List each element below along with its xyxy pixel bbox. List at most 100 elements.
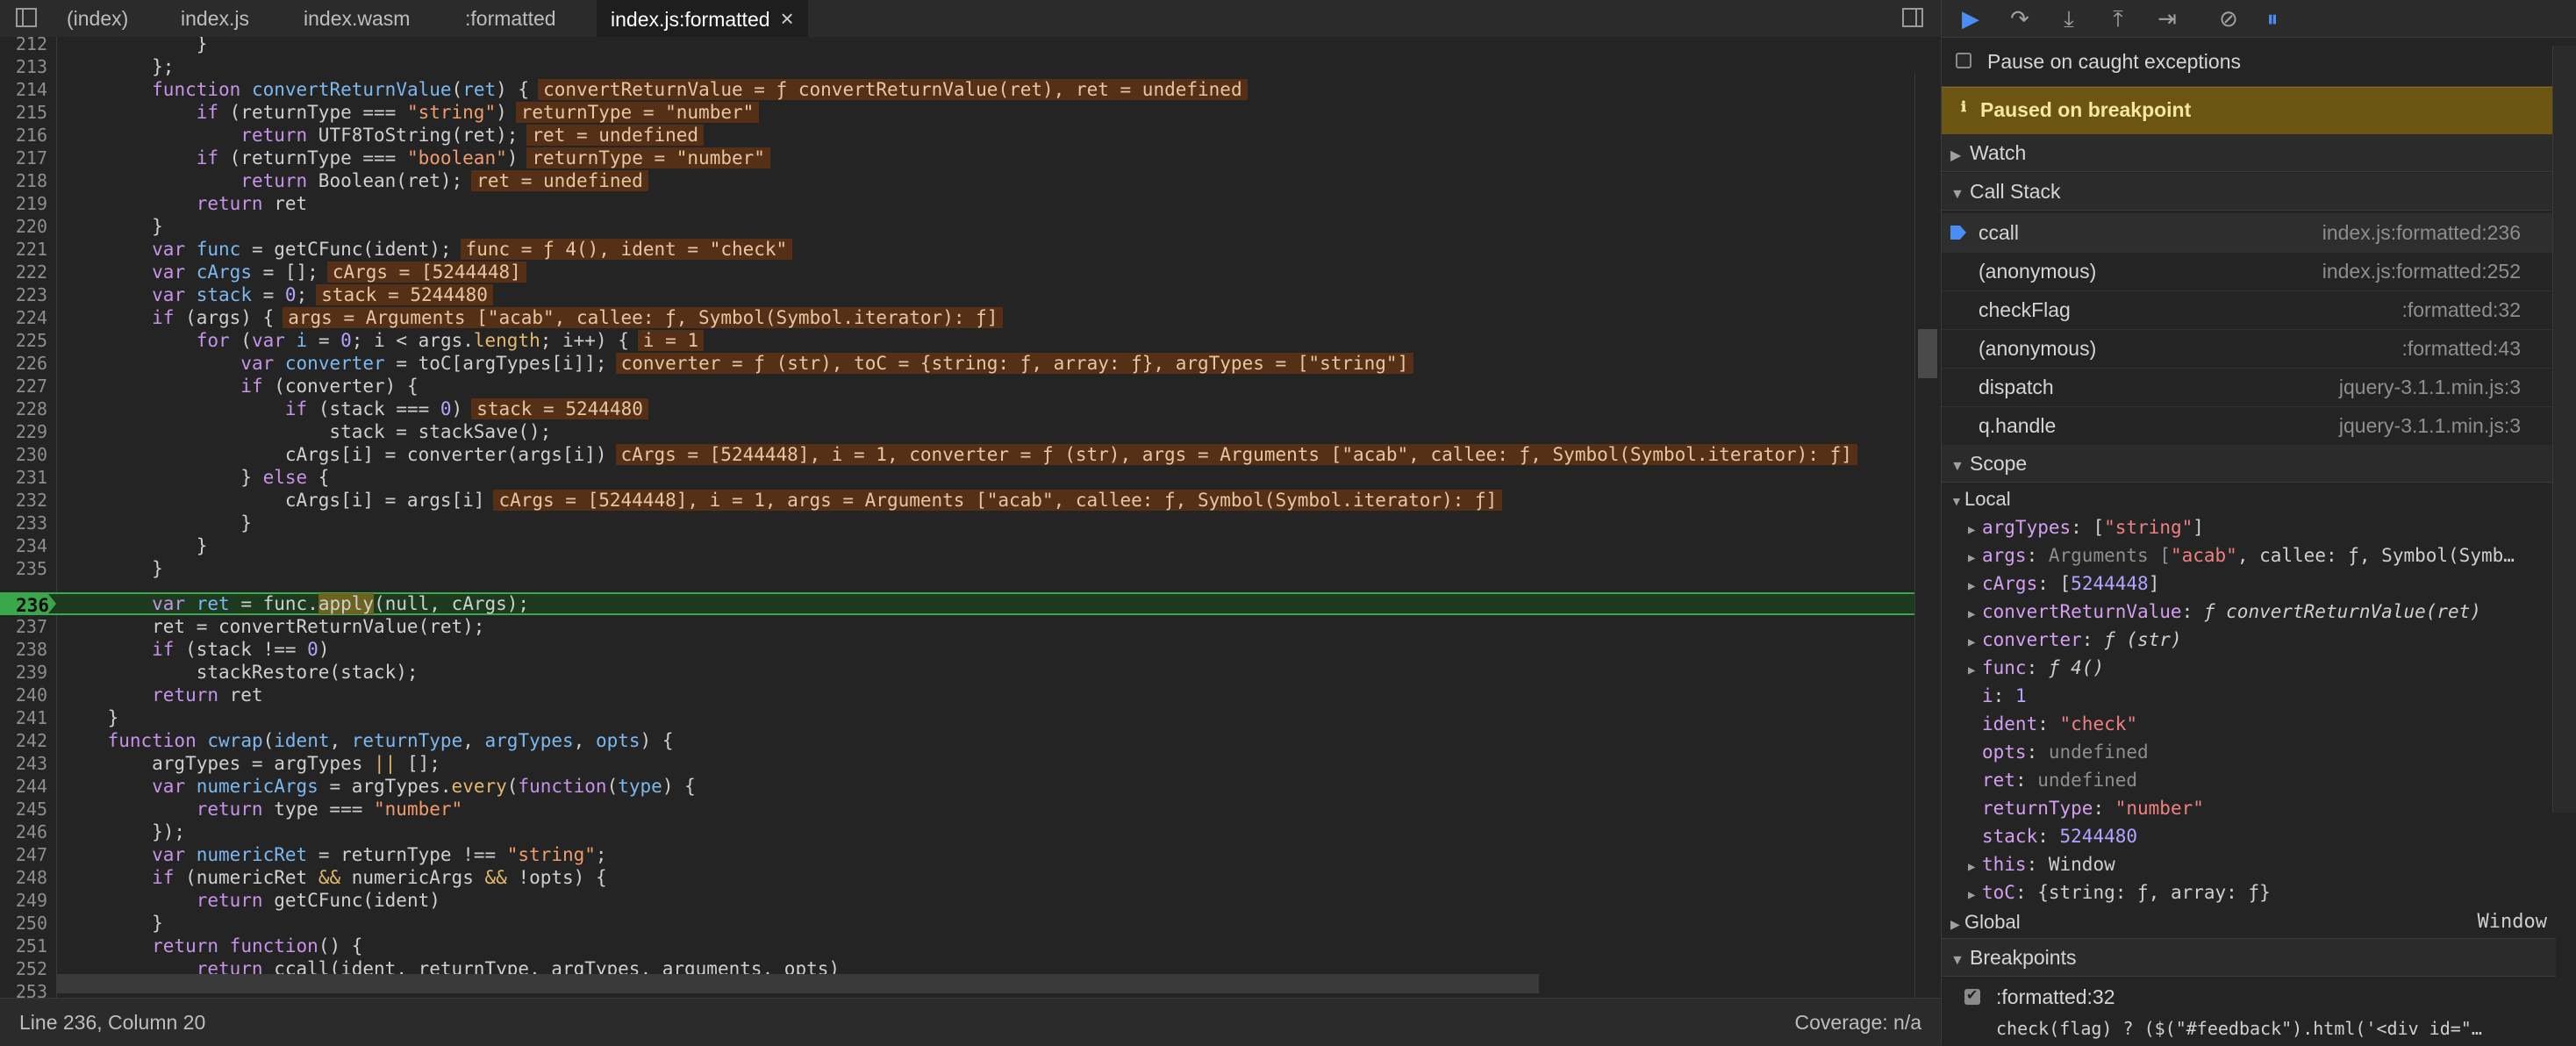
line-number[interactable]: 221: [0, 238, 47, 261]
code-line[interactable]: 213 };: [0, 55, 1914, 78]
editor-vscroll-thumb[interactable]: [1918, 329, 1937, 378]
line-number[interactable]: 242: [0, 729, 47, 752]
line-number[interactable]: 245: [0, 798, 47, 820]
scope-var[interactable]: ▶ cArgs: [5244448]: [1968, 570, 2576, 598]
code-line[interactable]: 224 if (args) {args = Arguments ["acab",…: [0, 306, 1914, 329]
resume-icon[interactable]: ▶: [1957, 5, 1984, 32]
breakpoint-code[interactable]: check(flag) ? ($("#feedback").html('<div…: [1996, 1018, 2482, 1039]
callstack-item[interactable]: q.handle jquery-3.1.1.min.js:3: [1942, 406, 2556, 446]
line-number[interactable]: 230: [0, 443, 47, 466]
line-number[interactable]: 248: [0, 866, 47, 889]
code-line[interactable]: 239 stackRestore(stack);: [0, 661, 1914, 684]
sidebar-vscroll[interactable]: [2552, 46, 2576, 813]
line-number[interactable]: 235: [0, 557, 47, 580]
code-line[interactable]: 231 } else {: [0, 466, 1914, 489]
scope-var[interactable]: ▶ args: Arguments ["acab", callee: ƒ, Sym…: [1968, 541, 2576, 570]
watch-section-header[interactable]: ▶ Watch: [1942, 134, 2556, 172]
line-number[interactable]: 232: [0, 489, 47, 512]
code-line[interactable]: 237 ret = convertReturnValue(ret);: [0, 615, 1914, 638]
tab-formatted[interactable]: :formatted: [465, 0, 556, 37]
code-line[interactable]: 222 var cArgs = []; cArgs = [5244448]: [0, 261, 1914, 283]
code-line[interactable]: 244 var numericArgs = argTypes.every(fun…: [0, 775, 1914, 798]
code-line[interactable]: 242 function cwrap(ident, returnType, ar…: [0, 729, 1914, 752]
close-tab-icon[interactable]: ×: [781, 5, 794, 32]
scope-var[interactable]: ident: "check": [1982, 710, 2576, 738]
coverage-status[interactable]: Coverage: n/a: [1795, 1011, 1921, 1035]
line-number[interactable]: 238: [0, 638, 47, 661]
line-number[interactable]: 229: [0, 420, 47, 443]
tab-index-js-formatted[interactable]: index.js:formatted ×: [597, 0, 808, 37]
code-line[interactable]: 248 if (numericRet && numericArgs && !op…: [0, 866, 1914, 889]
step-over-icon[interactable]: ↷: [2007, 5, 2033, 32]
line-number[interactable]: 243: [0, 752, 47, 775]
code-line[interactable]: 228 if (stack === 0) stack = 5244480: [0, 398, 1914, 420]
scope-var[interactable]: i: 1: [1982, 682, 2576, 710]
pause-caught-checkbox[interactable]: [1956, 53, 1971, 68]
code-line[interactable]: 225 for (var i = 0; i < args.length; i++…: [0, 329, 1914, 352]
line-number[interactable]: 215: [0, 101, 47, 124]
callstack-item[interactable]: checkFlag:formatted:32: [1942, 290, 2556, 330]
chevron-right-icon[interactable]: ▶: [1968, 516, 1982, 541]
line-number[interactable]: 218: [0, 169, 47, 192]
editor-hscroll-thumb[interactable]: [56, 974, 1539, 993]
line-number[interactable]: 246: [0, 820, 47, 843]
code-line[interactable]: 226 var converter = toC[argTypes[i]]; con…: [0, 352, 1914, 375]
line-number[interactable]: 252: [0, 957, 47, 980]
code-line[interactable]: 215 if (returnType === "string") returnTy…: [0, 101, 1914, 124]
scope-var[interactable]: opts: undefined: [1982, 738, 2576, 766]
deactivate-breakpoints-icon[interactable]: ⊘: [2215, 5, 2242, 32]
line-number[interactable]: 241: [0, 706, 47, 729]
code-line[interactable]: 233 }: [0, 512, 1914, 534]
code-line[interactable]: 241 }: [0, 706, 1914, 729]
code-line[interactable]: 235 }: [0, 557, 1914, 580]
line-number[interactable]: 225: [0, 329, 47, 352]
line-number[interactable]: 223: [0, 283, 47, 306]
line-number[interactable]: 233: [0, 512, 47, 534]
scope-var[interactable]: ▶ func: ƒ 4(): [1968, 654, 2576, 682]
code-line[interactable]: 243 argTypes = argTypes || [];: [0, 752, 1914, 775]
scope-var[interactable]: stack: 5244480: [1982, 822, 2576, 850]
chevron-right-icon[interactable]: ▶: [1968, 628, 1982, 654]
code-line[interactable]: 216 return UTF8ToString(ret); ret = undef…: [0, 124, 1914, 147]
scope-var[interactable]: ▶ this: Window: [1968, 850, 2576, 878]
code-line[interactable]: 240 return ret: [0, 684, 1914, 706]
scope-local-header[interactable]: ▼Local: [1950, 485, 2565, 513]
line-number[interactable]: 249: [0, 889, 47, 912]
breakpoint-marker[interactable]: 236: [0, 594, 56, 613]
step-out-icon[interactable]: ⤒: [2105, 5, 2131, 32]
code-line[interactable]: 229 stack = stackSave();: [0, 420, 1914, 443]
line-number[interactable]: 239: [0, 661, 47, 684]
callstack-item[interactable]: ccall index.js:formatted:236: [1942, 213, 2556, 253]
code-line[interactable]: 251 return function() {: [0, 935, 1914, 957]
line-number[interactable]: 214: [0, 78, 47, 101]
line-number[interactable]: 237: [0, 615, 47, 638]
code-line[interactable]: 212 }: [0, 37, 1914, 55]
code-line[interactable]: 238 if (stack !== 0): [0, 638, 1914, 661]
code-line[interactable]: 220 }: [0, 215, 1914, 238]
code-line[interactable]: 232 cArgs[i] = args[i] cArgs = [5244448],…: [0, 489, 1914, 512]
callstack-item[interactable]: (anonymous) index.js:formatted:252: [1942, 252, 2556, 291]
line-number[interactable]: 227: [0, 375, 47, 398]
line-number[interactable]: 224: [0, 306, 47, 329]
tab-index-html[interactable]: (index): [67, 0, 128, 37]
code-line[interactable]: 245 return type === "number": [0, 798, 1914, 820]
chevron-right-icon[interactable]: ▶: [1968, 853, 1982, 878]
line-number[interactable]: 231: [0, 466, 47, 489]
step-into-icon[interactable]: ⤓: [2056, 5, 2082, 32]
chevron-right-icon[interactable]: ▶: [1968, 881, 1982, 906]
toggle-navigator-icon[interactable]: [16, 8, 37, 27]
chevron-right-icon[interactable]: ▶: [1968, 600, 1982, 626]
code-line[interactable]: 250 }: [0, 912, 1914, 935]
scope-var[interactable]: ret: undefined: [1982, 766, 2576, 794]
code-line[interactable]: 221 var func = getCFunc(ident); func = ƒ …: [0, 238, 1914, 261]
breakpoints-section-header[interactable]: ▼ Breakpoints: [1942, 938, 2556, 977]
scope-var[interactable]: ▶ toC: {string: ƒ, array: ƒ}: [1968, 878, 2576, 906]
chevron-right-icon[interactable]: ▶: [1968, 656, 1982, 682]
toggle-debugger-icon[interactable]: [1902, 8, 1923, 27]
line-number[interactable]: 244: [0, 775, 47, 798]
line-number[interactable]: 212: [0, 37, 47, 55]
scope-global-header[interactable]: ▶ Global Window: [1950, 908, 2556, 936]
code-editor[interactable]: 212 } 213 }; 214 function convertReturnV…: [0, 37, 1941, 998]
code-line[interactable]: 247 var numericRet = returnType !== "str…: [0, 843, 1914, 866]
scope-var[interactable]: returnType: "number": [1982, 794, 2576, 822]
